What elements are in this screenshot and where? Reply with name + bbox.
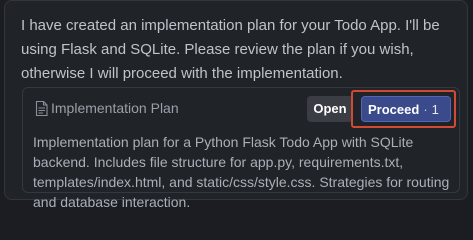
- proceed-button[interactable]: Proceed · 1: [361, 96, 451, 122]
- assistant-message: I have created an implementation plan fo…: [21, 17, 440, 82]
- comment-count: 1: [431, 101, 439, 117]
- open-button[interactable]: Open: [307, 96, 353, 122]
- implementation-plan-card: Implementation Plan Open Proceed · 1 Imp…: [22, 87, 460, 210]
- chat-message-panel: I have created an implementation plan fo…: [4, 0, 468, 210]
- separator: ·: [423, 101, 428, 117]
- proceed-label: Proceed: [368, 101, 420, 117]
- card-description: Implementation plan for a Python Flask T…: [33, 134, 450, 210]
- document-icon: [35, 101, 48, 116]
- card-title: Implementation Plan: [51, 100, 179, 116]
- card-header: Implementation Plan Open Proceed · 1: [23, 88, 459, 128]
